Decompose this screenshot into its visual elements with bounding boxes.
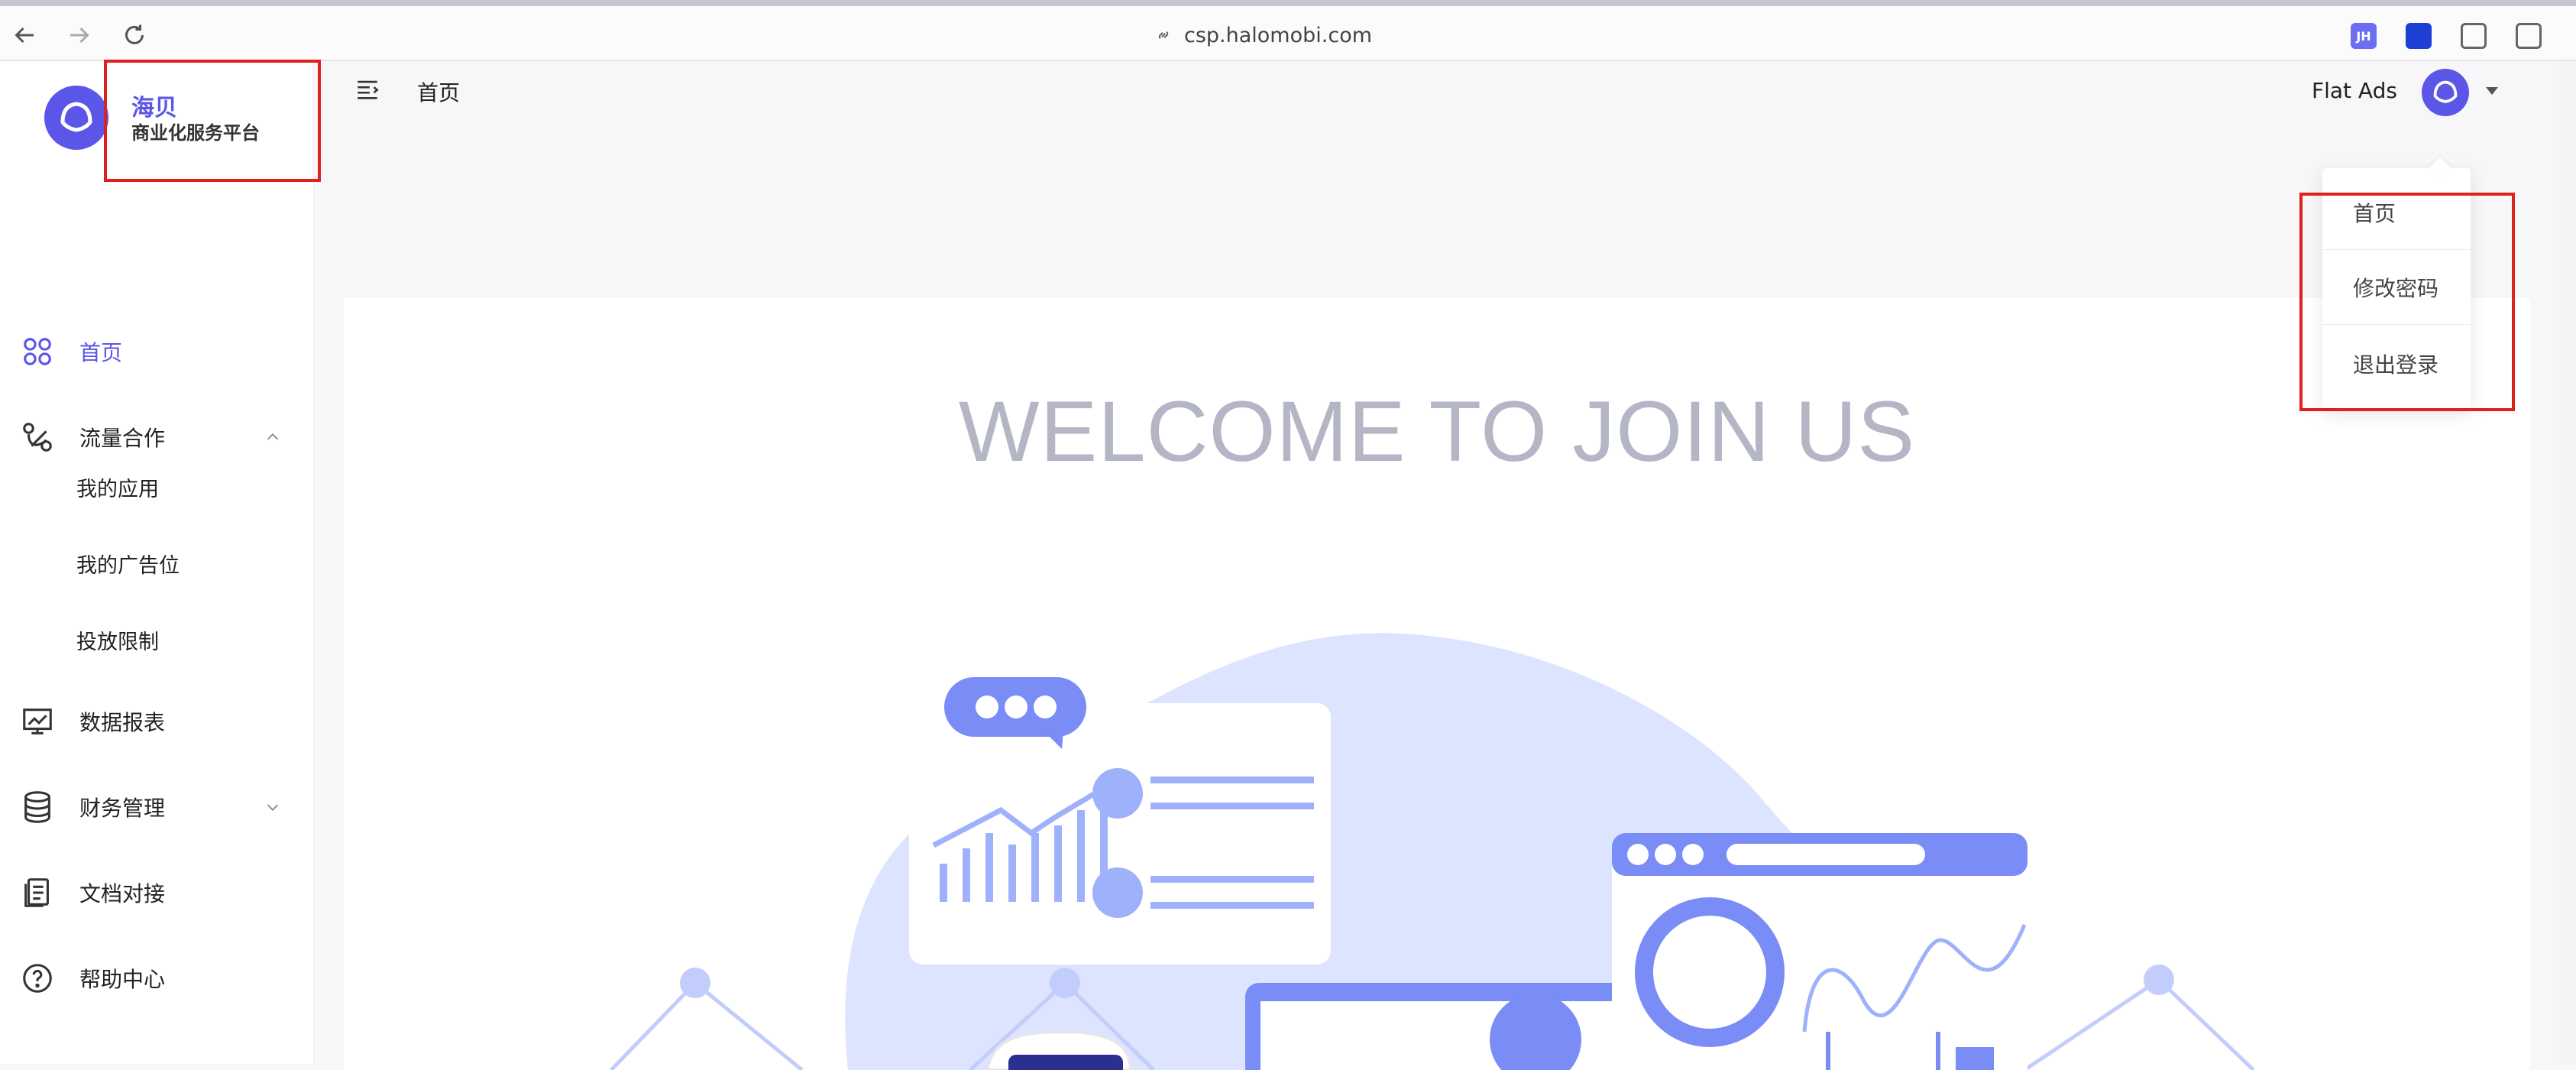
- submenu-my-adslots[interactable]: 我的广告位: [76, 549, 180, 579]
- bitwarden-shield-icon[interactable]: [2406, 23, 2432, 49]
- back-arrow-icon[interactable]: [11, 21, 38, 49]
- traffic-icon: [23, 423, 52, 452]
- page-scrollbar[interactable]: [2559, 61, 2576, 1064]
- sidebar-item-label: 帮助中心: [79, 967, 166, 992]
- welcome-illustration: [610, 633, 2255, 1070]
- sidebar-item-help[interactable]: 帮助中心: [0, 948, 313, 1009]
- sidebar-item-label: 财务管理: [79, 796, 166, 821]
- avatar[interactable]: [2422, 69, 2469, 116]
- caret-down-icon[interactable]: [2486, 87, 2498, 95]
- extension-badge-text: JH: [2356, 28, 2371, 44]
- submenu-my-apps[interactable]: 我的应用: [76, 472, 159, 502]
- shell-logo-icon: [2433, 80, 2458, 103]
- sidebar-item-label: 文档对接: [79, 881, 166, 906]
- highlight-box-brand: [104, 60, 321, 182]
- menu-collapse-icon[interactable]: [354, 76, 380, 102]
- sidebar-item-finance[interactable]: 财务管理: [0, 777, 313, 838]
- shell-logo-icon: [60, 102, 92, 132]
- report-chart-icon: [23, 708, 52, 734]
- chevron-up-icon: [267, 433, 279, 440]
- account-name[interactable]: Flat Ads: [2312, 78, 2397, 103]
- breadcrumb[interactable]: 首页: [417, 76, 460, 107]
- sidebar-toggle-icon[interactable]: [2516, 23, 2542, 49]
- home-grid-icon: [24, 338, 51, 365]
- submenu-delivery-limits[interactable]: 投放限制: [76, 625, 159, 655]
- forward-arrow-icon[interactable]: [66, 21, 93, 49]
- help-icon: [23, 964, 52, 993]
- sidebar: 海贝 商业化服务平台 首页 流量合作 我的应用 我的广告位 投放限制 数据报表 …: [0, 61, 314, 1064]
- chevron-down-icon: [267, 804, 279, 811]
- document-icon: [24, 878, 49, 907]
- address-bar[interactable]: csp.halomobi.com: [1154, 18, 1372, 52]
- link-icon: [1158, 31, 1169, 40]
- sidebar-item-docs[interactable]: 文档对接: [0, 862, 313, 923]
- brand-logo[interactable]: [44, 86, 108, 150]
- url-text: csp.halomobi.com: [1184, 23, 1373, 47]
- browser-toolbar: csp.halomobi.com JH: [0, 0, 2576, 61]
- sidebar-item-reports[interactable]: 数据报表: [0, 691, 313, 752]
- sidebar-item-home[interactable]: 首页: [0, 321, 313, 382]
- sidebar-item-label: 数据报表: [79, 710, 166, 735]
- highlight-box-dropdown: [2299, 193, 2515, 411]
- reload-icon[interactable]: [121, 21, 148, 49]
- finance-database-icon: [24, 791, 50, 823]
- sidebar-item-label: 流量合作: [79, 426, 166, 451]
- sidebar-item-traffic[interactable]: 流量合作: [0, 407, 313, 468]
- sliders-extension-icon[interactable]: [2461, 23, 2487, 49]
- extension-jh-icon[interactable]: JH: [2351, 23, 2377, 49]
- sidebar-item-label: 首页: [79, 340, 123, 365]
- welcome-panel: WELCOME TO JOIN US: [344, 298, 2530, 1070]
